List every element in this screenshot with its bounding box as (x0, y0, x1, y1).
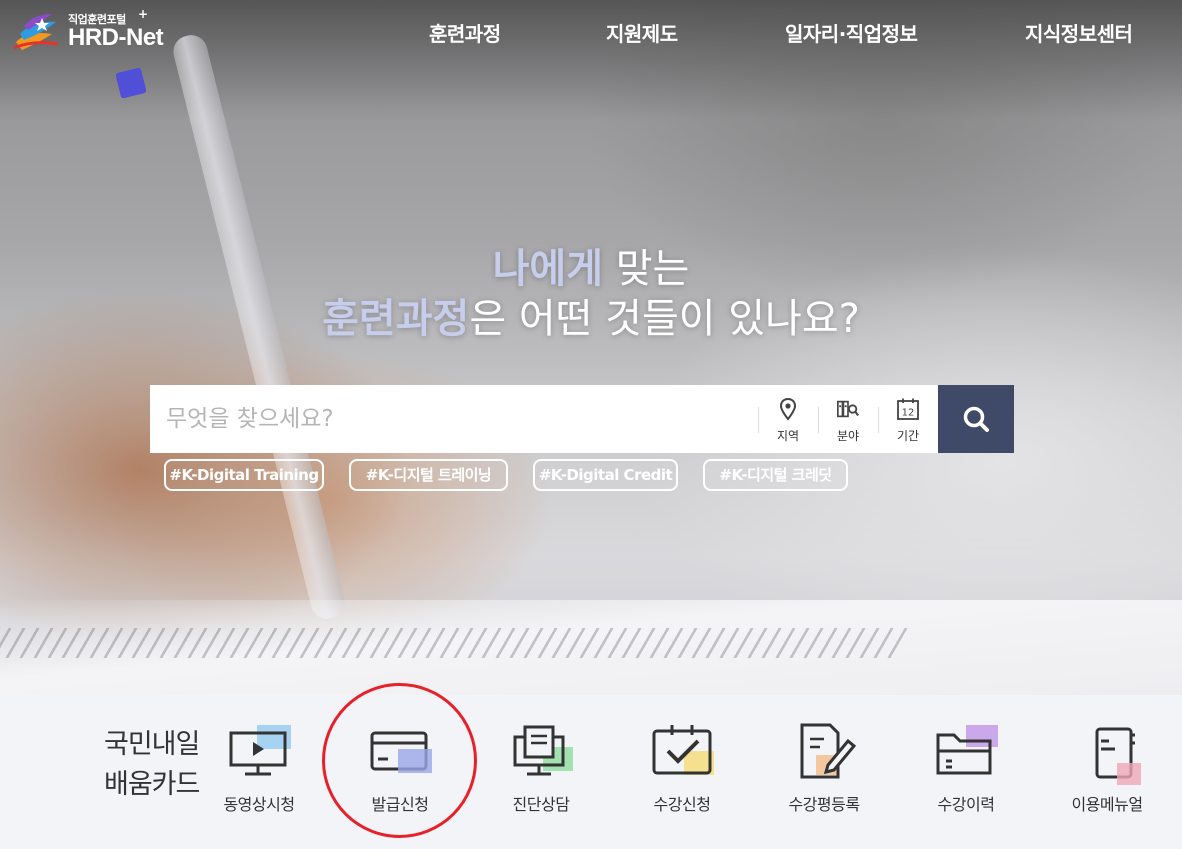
tag-k-digital-training-kr[interactable]: #K-디지털 트레이닝 (349, 459, 508, 491)
search-icon (963, 406, 989, 432)
quick-video-watch-label: 동영상시청 (223, 795, 295, 814)
logo-mark-icon (13, 14, 59, 50)
field-books-icon (837, 400, 859, 418)
quick-course-history[interactable]: 수강이력 (896, 715, 1036, 825)
filter-region-button[interactable]: 지역 (758, 385, 818, 453)
folder-history-icon (936, 725, 998, 775)
quick-diagnosis-consult[interactable]: 진단상담 (471, 715, 611, 825)
card-issue-icon (370, 731, 432, 773)
nav-jobs-info[interactable]: 일자리·직업정보 (785, 18, 918, 47)
tag-k-digital-credit[interactable]: #K-Digital Credit (533, 459, 678, 491)
nav-support-system[interactable]: 지원제도 (606, 18, 678, 47)
filter-period-label: 기간 (896, 429, 920, 443)
tag-k-digital-credit-kr[interactable]: #K-디지털 크레딧 (703, 459, 848, 491)
site-header: 직업훈련포털 + HRD-Net 훈련과정 지원제도 일자리·직업정보 지식정보… (0, 0, 1182, 64)
quick-review-register-label: 수강평등록 (788, 795, 860, 814)
quick-video-watch[interactable]: 동영상시청 (189, 715, 329, 825)
quick-user-manual-label: 이용메뉴얼 (1071, 795, 1143, 814)
quick-course-apply-label: 수강신청 (653, 795, 711, 814)
video-monitor-icon (229, 725, 291, 776)
hero-headline-emphasis: 훈련과정 (322, 296, 470, 342)
site-logo[interactable]: 직업훈련포털 + HRD-Net (12, 7, 182, 58)
calendar-day-number: 12 (902, 408, 915, 419)
card-title-line2: 배움카드 (104, 769, 200, 800)
filter-region-label: 지역 (776, 429, 800, 443)
hero-banner (0, 0, 1182, 695)
search-input[interactable] (150, 385, 756, 453)
logo-plus: + (138, 7, 149, 21)
quick-card-issue[interactable]: 발급신청 (330, 715, 470, 825)
calendar-icon: 12 (897, 398, 919, 420)
quick-diagnosis-consult-label: 진단상담 (512, 795, 570, 814)
search-box: 지역 분야 12 기간 (150, 385, 938, 453)
nav-knowledge-center[interactable]: 지식정보센터 (1025, 18, 1133, 47)
card-quick-menu: 국민내일 배움카드 동영상시청 발급신청 진단상담 수강신청 수강평등록 수강이… (0, 695, 1182, 849)
review-pencil-icon (800, 723, 857, 779)
location-pin-icon (779, 397, 797, 421)
nav-training-courses[interactable]: 훈련과정 (429, 18, 501, 47)
tag-k-digital-training[interactable]: #K-Digital Training (164, 459, 324, 491)
card-section-title: 국민내일 배움카드 (104, 725, 200, 805)
quick-card-issue-label: 발급신청 (371, 795, 429, 814)
filter-period-button[interactable]: 12 기간 (878, 385, 938, 453)
hero-notebook-rings (0, 628, 909, 658)
checkbox-apply-icon (652, 725, 714, 775)
filter-field-label: 분야 (836, 429, 860, 443)
document-consult-icon (513, 725, 573, 776)
filter-field-button[interactable]: 분야 (818, 385, 878, 453)
quick-course-history-label: 수강이력 (937, 795, 995, 814)
hero-headline-text: 은 어떤 것들이 있나요? (469, 296, 860, 342)
quick-review-register[interactable]: 수강평등록 (754, 715, 894, 825)
logo-text: HRD-Net (68, 24, 164, 51)
quick-course-apply[interactable]: 수강신청 (612, 715, 752, 825)
manual-book-icon (1095, 727, 1141, 785)
quick-user-manual[interactable]: 이용메뉴얼 (1037, 715, 1177, 825)
search-button[interactable] (938, 385, 1014, 453)
card-title-line1: 국민내일 (104, 729, 200, 760)
hero-headline-line2: 훈련과정은 어떤 것들이 있나요? (0, 286, 1182, 344)
